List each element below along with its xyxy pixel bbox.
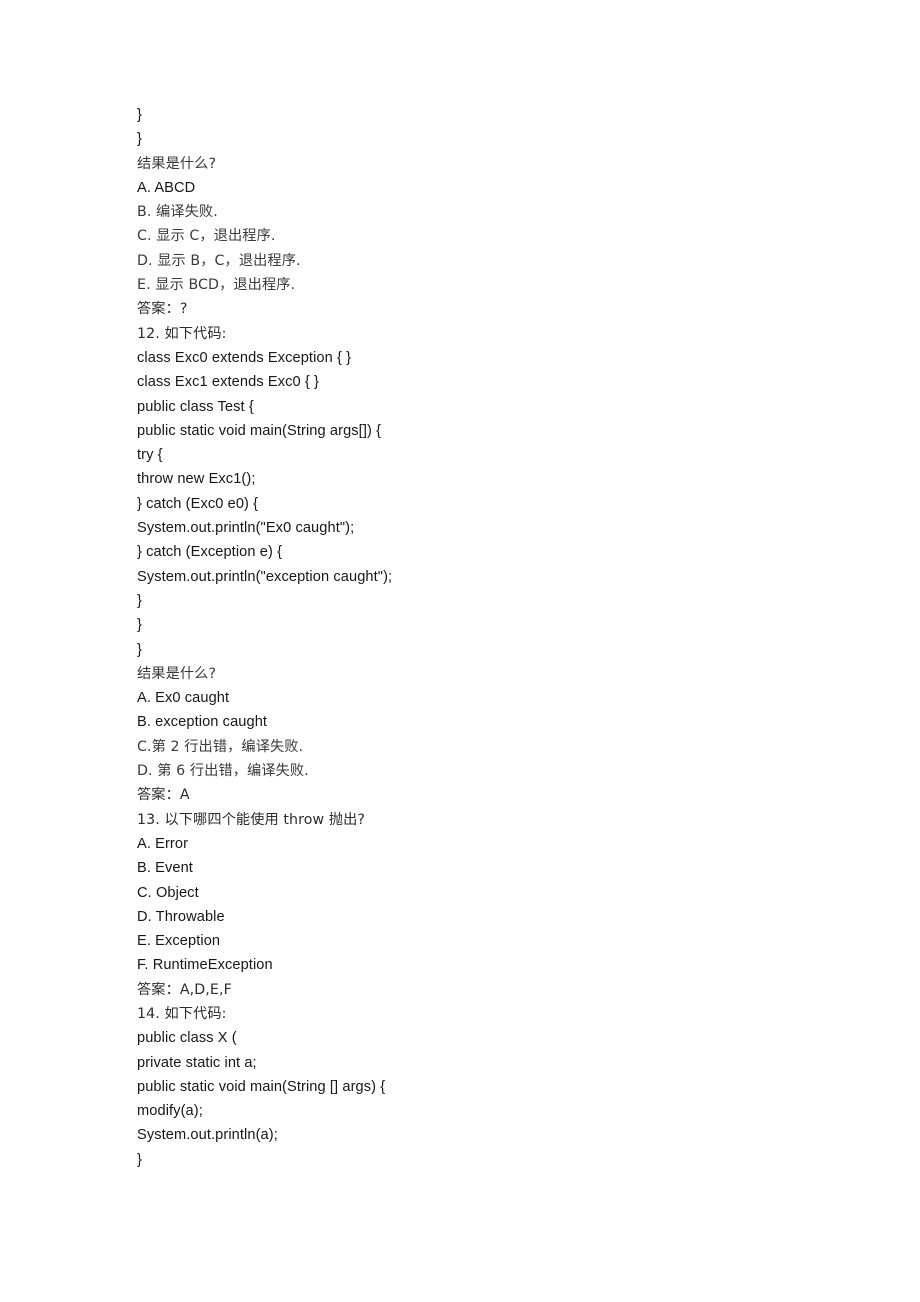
text-line: 答案：A <box>137 787 190 804</box>
text-line: D. 显示 B，C，退出程序. <box>137 252 301 269</box>
text-line: class Exc0 extends Exception { } <box>137 349 352 366</box>
text-line: C. 显示 C，退出程序. <box>137 228 276 245</box>
text-line: private static int a; <box>137 1054 257 1071</box>
document-text-body: }} 结果是什么? A. ABCD B. 编译失败. C. 显示 C，退出程序. D. 显… <box>137 103 837 1172</box>
text-line: 答案：A,D,E,F <box>137 981 232 998</box>
text-line: } <box>137 131 142 148</box>
text-line: } <box>137 107 142 123</box>
text-line: 12. 如下代码: <box>137 325 227 342</box>
text-line: public class Test { <box>137 398 254 415</box>
text-line: 结果是什么? <box>137 665 217 682</box>
text-line: 14. 如下代码: <box>137 1005 227 1022</box>
text-line: B. exception caught <box>137 714 268 731</box>
text-line: } <box>137 617 142 634</box>
text-line: throw new Exc1(); <box>137 471 256 488</box>
text-line: public static void main(String args[]) { <box>137 422 382 439</box>
text-line: F. RuntimeException <box>137 957 273 974</box>
text-line: B. Event <box>137 860 193 877</box>
text-line: B. 编译失败. <box>137 204 218 221</box>
text-line: D. Throwable <box>137 908 225 925</box>
text-line: } <box>137 641 142 658</box>
text-line: 13. 以下哪四个能使用 throw 抛出? <box>137 811 366 828</box>
text-line: System.out.println(a); <box>137 1127 278 1144</box>
text-line: D. 第 6 行出错，编译失败. <box>137 763 309 780</box>
text-line: A. Ex0 caught <box>137 690 230 707</box>
text-line: E. 显示 BCD，退出程序. <box>137 277 296 294</box>
text-line: class Exc1 extends Exc0 { } <box>137 374 319 391</box>
text-line: C. Object <box>137 884 199 901</box>
text-line: public class X ( <box>137 1030 237 1047</box>
text-line: } <box>137 1151 142 1168</box>
text-line: System.out.println("exception caught"); <box>137 568 393 585</box>
text-line: } catch (Exception e) { <box>137 544 283 561</box>
text-line: } catch (Exc0 e0) { <box>137 495 259 512</box>
text-line: modify(a); <box>137 1103 203 1120</box>
text-line: } <box>137 592 142 609</box>
text-line: 结果是什么? <box>137 155 217 172</box>
text-line: A. ABCD <box>137 179 196 196</box>
text-line: System.out.println("Ex0 caught"); <box>137 520 355 537</box>
document-page: }} 结果是什么? A. ABCD B. 编译失败. C. 显示 C，退出程序. D. 显… <box>0 0 920 1302</box>
text-line: 答案：? <box>137 301 188 318</box>
text-line: E. Exception <box>137 933 221 950</box>
text-line: C.第 2 行出错，编译失败. <box>137 738 304 755</box>
text-line: try { <box>137 447 163 464</box>
text-line: public static void main(String [] args) … <box>137 1078 386 1095</box>
text-line: A. Error <box>137 835 189 852</box>
